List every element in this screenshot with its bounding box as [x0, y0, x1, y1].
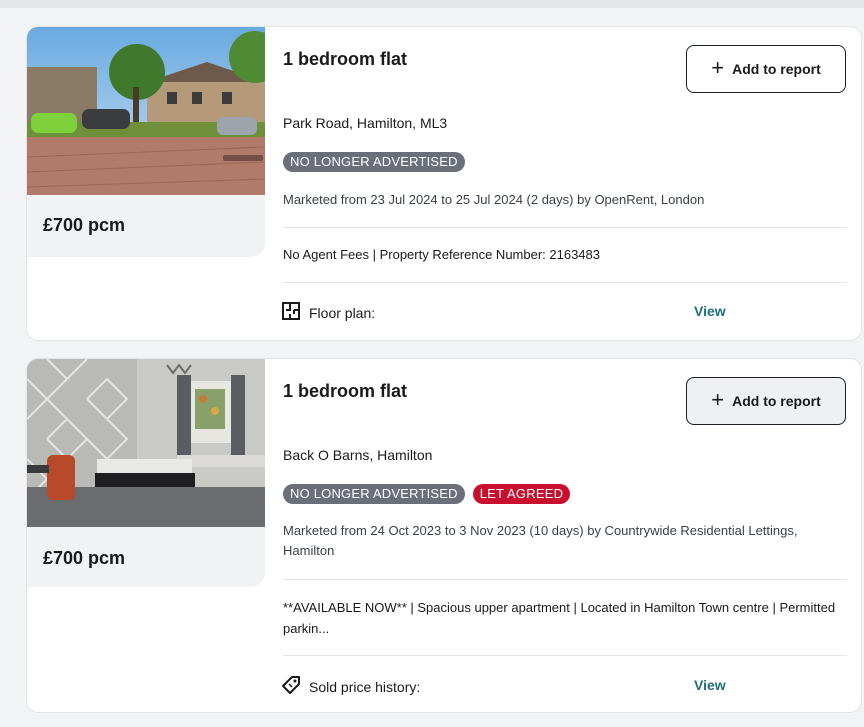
status-badge-no-longer-advertised: NO LONGER ADVERTISED — [283, 152, 465, 172]
divider — [283, 227, 847, 228]
status-badge-let-agreed: LET AGREED — [472, 484, 571, 504]
add-to-report-button[interactable]: + Add to report — [686, 377, 846, 425]
marketed-info: Marketed from 23 Jul 2024 to 25 Jul 2024… — [283, 192, 705, 207]
listing-photo[interactable] — [27, 27, 265, 195]
marketed-info: Marketed from 24 Oct 2023 to 3 Nov 2023 … — [283, 523, 798, 558]
sold-price-history-label: Sold price history: — [309, 678, 421, 695]
plus-icon: + — [711, 387, 725, 412]
listing-description: No Agent Fees | Property Reference Numbe… — [283, 247, 601, 262]
add-to-report-button[interactable]: + Add to report — [686, 45, 846, 93]
divider — [283, 655, 847, 656]
floor-plan-icon — [281, 301, 301, 324]
floor-plan-row: Floor plan: — [281, 301, 375, 324]
listing-card[interactable]: £700 pcm 1 bedroom flat + Add to report … — [26, 358, 862, 713]
status-badges: NO LONGER ADVERTISED LET AGREED — [283, 484, 571, 504]
listing-price: £700 pcm — [43, 548, 126, 568]
sold-price-history-row: Sold price history: — [281, 675, 420, 698]
price-tag-icon — [281, 675, 301, 698]
listing-media-panel: £700 pcm — [27, 27, 265, 257]
floor-plan-label: Floor plan: — [309, 304, 376, 321]
listing-photo[interactable] — [27, 359, 265, 527]
status-badges: NO LONGER ADVERTISED — [283, 152, 465, 172]
view-sold-price-history-link[interactable]: View — [694, 677, 726, 693]
listing-address: Park Road, Hamilton, ML3 — [283, 115, 448, 131]
top-divider — [0, 0, 864, 8]
plus-icon: + — [711, 55, 725, 80]
listing-media-panel: £700 pcm — [27, 359, 265, 587]
view-floor-plan-link[interactable]: View — [694, 303, 726, 319]
status-badge-no-longer-advertised: NO LONGER ADVERTISED — [283, 484, 465, 504]
listing-title[interactable]: 1 bedroom flat — [283, 381, 407, 402]
divider — [283, 282, 847, 283]
listing-card[interactable]: £700 pcm 1 bedroom flat + Add to report … — [26, 26, 862, 341]
add-to-report-label: Add to report — [732, 61, 821, 77]
divider — [283, 579, 847, 580]
listing-description: **AVAILABLE NOW** | Spacious upper apart… — [283, 600, 836, 636]
listing-title[interactable]: 1 bedroom flat — [283, 49, 407, 70]
listing-address: Back O Barns, Hamilton — [283, 447, 433, 463]
listing-price: £700 pcm — [43, 215, 126, 235]
add-to-report-label: Add to report — [732, 393, 821, 409]
